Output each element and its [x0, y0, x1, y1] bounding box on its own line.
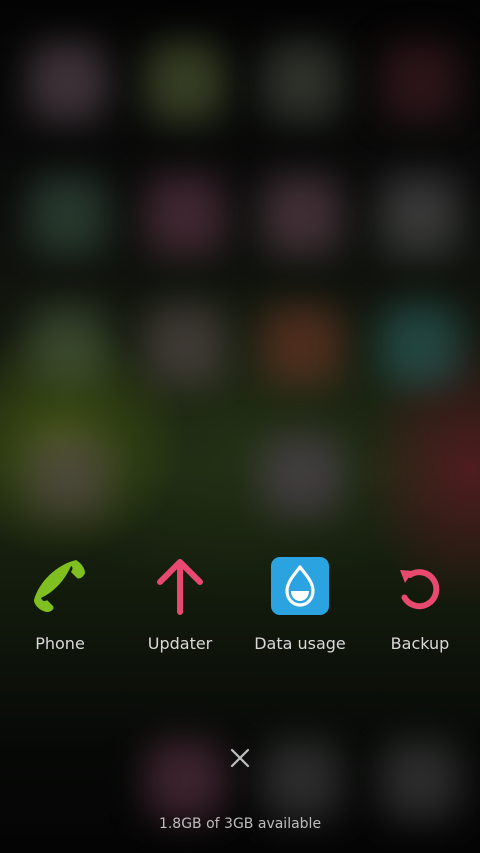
close-x-shape: [230, 748, 250, 768]
recent-apps-row: Phone Updater Data usage Backup: [0, 552, 480, 662]
backup-restore-icon: [400, 569, 440, 610]
blurred-dock-icon: [380, 740, 460, 820]
phone-icon: [34, 560, 85, 612]
app-label: Updater: [147, 634, 213, 653]
blurred-app-icon: [262, 435, 342, 515]
blurred-app-icon: [262, 305, 342, 385]
blurred-app-icon: [28, 42, 108, 122]
water-drop-icon: [271, 557, 329, 615]
blurred-dock-icon: [262, 740, 342, 820]
restore-arc: [401, 569, 440, 610]
memory-status-text: 1.8GB of 3GB available: [158, 816, 322, 832]
phone-handset-shape: [34, 560, 85, 612]
recent-app-data-usage[interactable]: Data usage: [240, 552, 360, 662]
blurred-app-icon: [28, 175, 108, 255]
blurred-home-screen-background: [0, 0, 480, 853]
blurred-app-icon: [28, 435, 108, 515]
arrow-up-shape: [157, 559, 203, 615]
app-label: Backup: [390, 634, 450, 653]
blurred-app-icon: [145, 42, 225, 122]
blurred-app-icon: [380, 42, 460, 122]
blurred-app-icon: [262, 175, 342, 255]
blurred-app-icon: [28, 305, 108, 385]
blurred-app-icon: [145, 305, 225, 385]
recent-app-phone[interactable]: Phone: [0, 552, 120, 662]
app-label: Data usage: [254, 634, 346, 653]
blurred-app-icon: [380, 175, 460, 255]
blurred-app-icon: [262, 42, 342, 122]
blurred-app-icon: [145, 175, 225, 255]
app-label: Phone: [35, 634, 85, 653]
close-icon[interactable]: [225, 743, 255, 773]
arrow-up-icon: [157, 559, 203, 615]
blurred-dock-icon: [145, 740, 225, 820]
recent-app-updater[interactable]: Updater: [120, 552, 240, 662]
blurred-app-icon: [380, 305, 460, 385]
recent-app-backup[interactable]: Backup: [360, 552, 480, 662]
